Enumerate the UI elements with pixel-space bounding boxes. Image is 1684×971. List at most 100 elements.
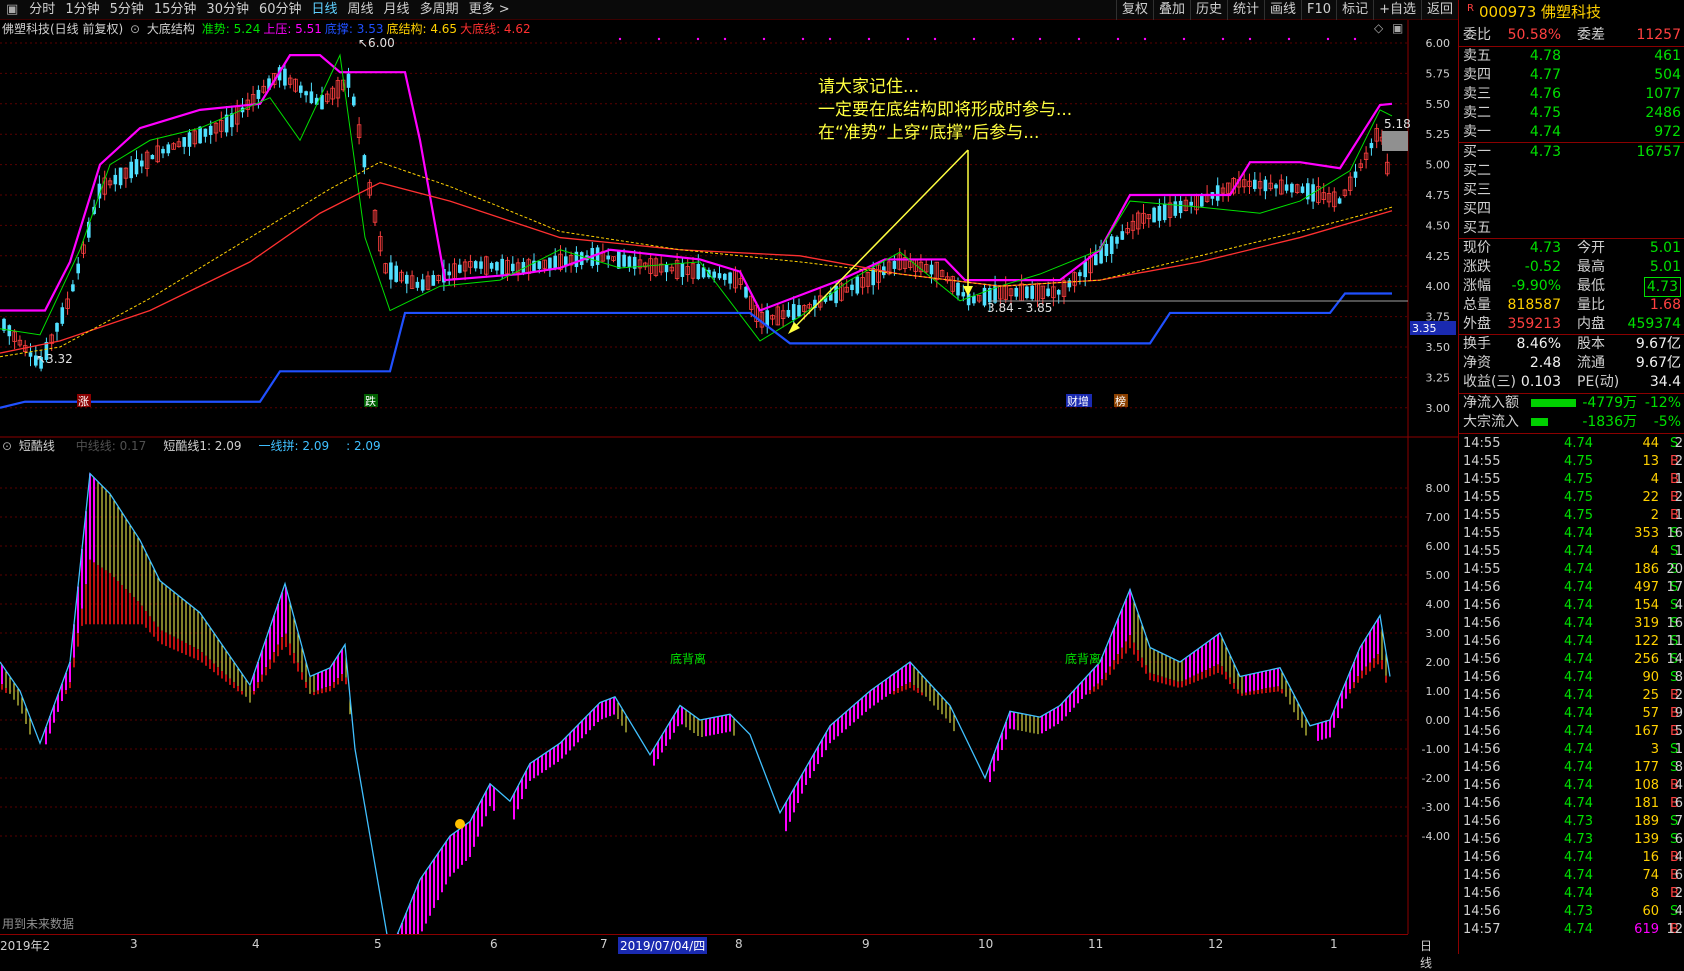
low-label: ↖3.32 <box>36 352 73 366</box>
tick-time: 14:56 <box>1463 814 1501 829</box>
stat-label: 内盘 <box>1577 316 1605 332</box>
tick-price: 4.75 <box>1564 472 1593 487</box>
tool-button-3[interactable]: 统计 <box>1227 0 1264 20</box>
tick-price: 4.74 <box>1564 706 1593 721</box>
period-tab-4[interactable]: 30分钟 <box>201 0 254 20</box>
candle-body <box>786 309 791 317</box>
sub-axis-label: 1.00 <box>1426 685 1451 698</box>
candle-body <box>489 263 494 269</box>
stat-value: 5.01 <box>1649 240 1681 256</box>
quote-row: 净流入额 -4779万 -12% <box>1463 394 1681 412</box>
x-axis-label: 12 <box>1208 937 1224 951</box>
tick-price: 4.75 <box>1564 454 1593 469</box>
fund-label: 换手 <box>1463 336 1491 352</box>
candle-body <box>1025 286 1029 299</box>
tick-volume: 57 <box>1642 706 1659 721</box>
buy-level-label: 买三 <box>1463 182 1491 198</box>
tick-count: 9 <box>1674 706 1683 721</box>
period-tab-1[interactable]: 1分钟 <box>60 0 104 20</box>
tick-volume: 256 <box>1634 652 1659 667</box>
sub-axis-label: -4.00 <box>1422 830 1450 843</box>
candle-body <box>1253 179 1257 189</box>
tick-count: 20 <box>1666 562 1683 577</box>
candle-body <box>71 284 75 292</box>
candle-body <box>892 260 897 269</box>
period-tab-9[interactable]: 多周期 <box>415 0 464 20</box>
candle-body <box>797 305 801 317</box>
quote-row: 委比 50.58% 委差 11257 <box>1463 26 1681 44</box>
tick-volume: 8 <box>1650 886 1659 901</box>
tick-volume: 497 <box>1634 580 1659 595</box>
tick-time: 14:56 <box>1463 724 1501 739</box>
tool-button-2[interactable]: 历史 <box>1189 0 1227 20</box>
period-tab-8[interactable]: 月线 <box>379 0 415 20</box>
candle-body <box>696 263 701 280</box>
period-tab-0[interactable]: 分时 <box>24 0 60 20</box>
flow-value: -4779万 <box>1582 395 1637 411</box>
candle-body <box>956 282 960 296</box>
tick-count: 4 <box>1674 598 1683 613</box>
tick-time: 14:57 <box>1463 922 1501 937</box>
annotation-line-0: 请大家记住... <box>818 77 920 97</box>
stat-value: 4.73 <box>1643 277 1681 297</box>
buy-level-label: 买五 <box>1463 220 1491 236</box>
tool-button-8[interactable]: 返回 <box>1420 0 1458 20</box>
tick-volume: 353 <box>1634 526 1659 541</box>
cursor-date-label: 2019/07/04/四 <box>618 937 708 954</box>
tick-price: 4.74 <box>1564 796 1593 811</box>
price-axis-label: 5.00 <box>1426 159 1451 172</box>
tick-count: 2 <box>1674 436 1683 451</box>
tick-volume: 319 <box>1634 616 1659 631</box>
period-tab-6[interactable]: 日线 <box>307 0 343 20</box>
tool-button-5[interactable]: F10 <box>1301 0 1336 20</box>
stat-value: 459374 <box>1627 316 1681 332</box>
signal-dot <box>1038 37 1042 41</box>
chart-canvas[interactable]: 6.005.755.505.255.004.754.504.254.003.75… <box>0 20 1458 934</box>
future-data-warning: 用到未来数据 <box>2 917 75 931</box>
tick-row: 14:55 4.74 44 S 2 <box>1463 435 1683 453</box>
period-tab-5[interactable]: 60分钟 <box>254 0 307 20</box>
tick-price: 4.73 <box>1564 904 1593 919</box>
tool-button-6[interactable]: 标记 <box>1336 0 1373 20</box>
signal-dot <box>867 37 871 41</box>
support-tag-label: 3.35 <box>1412 322 1437 335</box>
period-tab-10[interactable]: 更多 > <box>464 0 515 20</box>
candle-body <box>1109 236 1114 254</box>
candle-body <box>304 91 308 96</box>
tick-row: 14:55 4.75 4 B 1 <box>1463 471 1683 489</box>
tick-volume: 189 <box>1634 814 1659 829</box>
tick-price: 4.74 <box>1564 886 1593 901</box>
candle-body <box>627 256 632 268</box>
period-indicator: 日线 <box>1420 939 1433 970</box>
period-tab-3[interactable]: 15分钟 <box>149 0 202 20</box>
period-tab-2[interactable]: 5分钟 <box>105 0 149 20</box>
stat-label: 现价 <box>1463 240 1491 256</box>
tick-price: 4.73 <box>1564 832 1593 847</box>
tick-count: 1 <box>1674 742 1683 757</box>
tick-price: 4.74 <box>1564 526 1593 541</box>
candle-body <box>1353 171 1358 178</box>
tool-button-0[interactable]: 复权 <box>1115 0 1153 20</box>
quote-row: 换手 8.46% 股本 9.67亿 <box>1463 335 1681 353</box>
quote-row: 买四 <box>1463 200 1681 218</box>
candle-body <box>129 161 133 179</box>
x-axis-label: 9 <box>862 937 870 951</box>
weicha-value: 11257 <box>1636 27 1681 43</box>
candle-body <box>150 154 155 160</box>
tick-row: 14:56 4.74 256 S 14 <box>1463 651 1683 669</box>
tool-button-4[interactable]: 画线 <box>1264 0 1301 20</box>
window-menu-icon[interactable]: ▣ <box>0 2 24 17</box>
tick-volume: 22 <box>1642 490 1659 505</box>
signal-dot <box>1182 37 1186 41</box>
signal-dot <box>1077 37 1081 41</box>
tick-count: 4 <box>1674 778 1683 793</box>
quote-row: 卖一 4.74 972 <box>1463 123 1681 141</box>
period-tab-7[interactable]: 周线 <box>343 0 379 20</box>
tool-button-1[interactable]: 叠加 <box>1152 0 1190 20</box>
tool-button-7[interactable]: +自选 <box>1373 0 1421 20</box>
signal-dot <box>1011 37 1015 41</box>
divergence-label-2: 底背离 <box>1065 651 1101 666</box>
fund-label: 流通 <box>1577 355 1605 371</box>
tick-row: 14:56 4.73 60 S 4 <box>1463 903 1683 921</box>
stat-label: 今开 <box>1577 240 1605 256</box>
